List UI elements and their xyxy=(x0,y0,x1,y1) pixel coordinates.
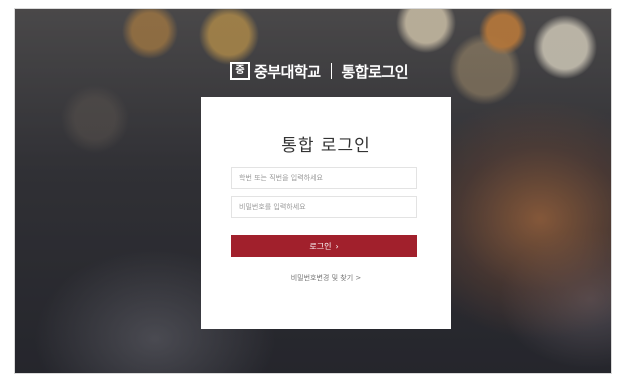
university-name: 중부대학교 xyxy=(254,62,321,81)
university-logo-icon: 중 xyxy=(230,62,250,80)
site-logo[interactable]: 중 중부대학교 통합로그인 xyxy=(230,58,409,84)
login-card-title: 통합 로그인 xyxy=(281,136,371,156)
chevron-right-icon: › xyxy=(335,241,339,251)
student-id-input[interactable] xyxy=(231,167,417,189)
login-card: 통합 로그인 로그인 › 비밀번호변경 및 찾기 > xyxy=(201,97,451,329)
password-input[interactable] xyxy=(231,196,417,218)
login-button[interactable]: 로그인 › xyxy=(231,235,417,257)
integrated-login-title: 통합로그인 xyxy=(341,62,409,81)
login-button-label: 로그인 xyxy=(309,241,332,251)
logo-divider xyxy=(330,63,332,79)
change-find-password-link[interactable]: 비밀번호변경 및 찾기 > xyxy=(201,273,451,283)
